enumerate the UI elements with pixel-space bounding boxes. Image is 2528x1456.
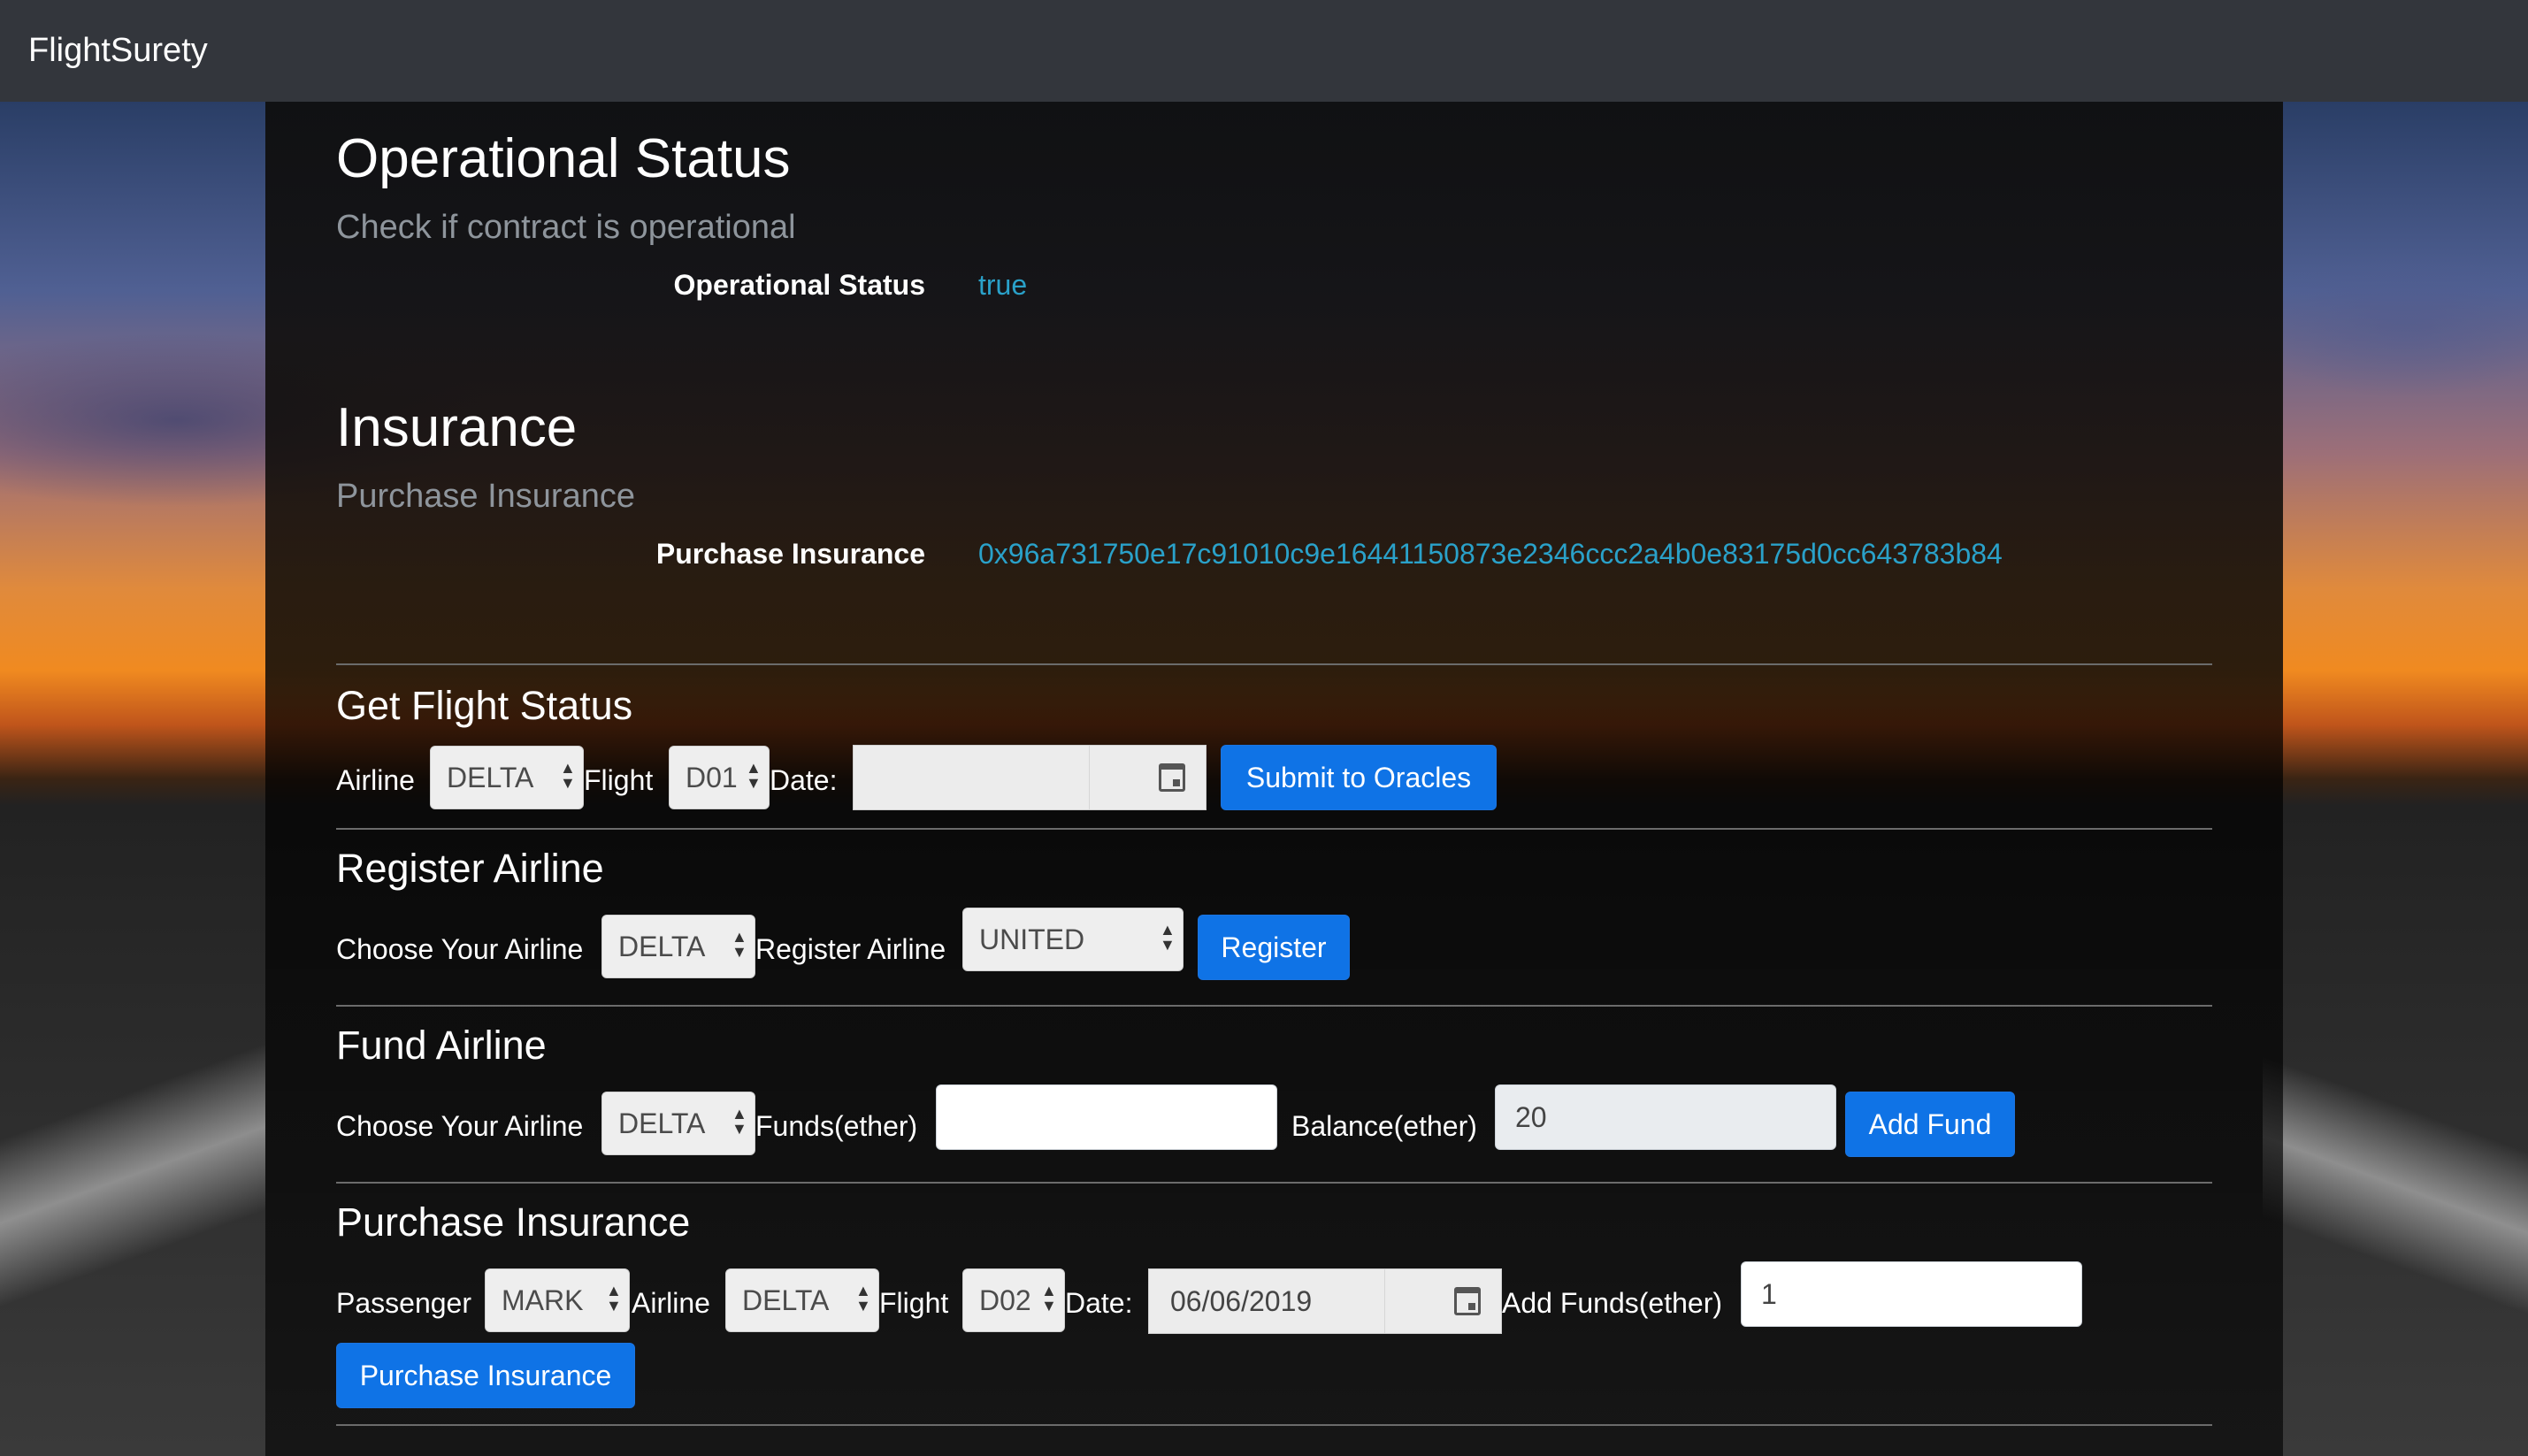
- add-funds-ether-label: Add Funds(ether): [1502, 1287, 1723, 1319]
- purchase-insurance-tx-hash: 0x96a731750e17c91010c9e16441150873e2346c…: [978, 538, 2003, 570]
- operational-status-value: true: [978, 269, 1028, 301]
- purchase-insurance-label: Purchase Insurance: [655, 538, 925, 570]
- date-separator: [1384, 1269, 1385, 1333]
- purchase-date-label: Date:: [1065, 1287, 1133, 1319]
- passenger-select[interactable]: MARK ▲ ▼: [485, 1268, 630, 1332]
- funds-ether-label: Funds(ether): [755, 1110, 918, 1142]
- funds-ether-input[interactable]: [936, 1084, 1277, 1150]
- updown-arrows-icon: ▲ ▼: [560, 759, 576, 792]
- purchase-insurance-title: Purchase Insurance: [336, 1199, 691, 1245]
- register-button[interactable]: Register: [1198, 915, 1350, 980]
- operational-status-title: Operational Status: [336, 128, 791, 189]
- purchase-airline-label: Airline: [632, 1287, 710, 1319]
- updown-arrows-icon: ▲ ▼: [606, 1282, 622, 1314]
- divider: [336, 828, 2212, 830]
- select-value: D01: [686, 762, 738, 793]
- add-fund-button[interactable]: Add Fund: [1845, 1092, 2015, 1157]
- divider: [336, 1182, 2212, 1184]
- updown-arrows-icon: ▲ ▼: [855, 1282, 871, 1314]
- choose-airline-label: Choose Your Airline: [336, 933, 584, 965]
- brand-title[interactable]: FlightSurety: [28, 32, 208, 70]
- flight-status-date-input[interactable]: [853, 745, 1207, 810]
- insurance-subtitle: Purchase Insurance: [336, 478, 635, 515]
- updown-arrows-icon: ▲ ▼: [1160, 921, 1176, 954]
- flight-status-flight-select[interactable]: D01 ▲ ▼: [669, 746, 770, 809]
- select-value: MARK: [502, 1284, 584, 1316]
- insurance-title: Insurance: [336, 397, 578, 458]
- date-value: 06/06/2019: [1170, 1285, 1313, 1317]
- divider: [336, 1424, 2212, 1426]
- submit-to-oracles-button[interactable]: Submit to Oracles: [1221, 745, 1497, 810]
- fund-airline-title: Fund Airline: [336, 1023, 547, 1068]
- purchase-flight-label: Flight: [879, 1287, 949, 1319]
- select-value: DELTA: [618, 1107, 706, 1139]
- updown-arrows-icon: ▲ ▼: [746, 759, 762, 792]
- date-label: Date:: [770, 764, 838, 796]
- select-value: DELTA: [447, 762, 534, 793]
- runway-left-marking: [0, 973, 265, 1433]
- balance-ether-field: 20: [1495, 1084, 1836, 1150]
- fund-choose-airline-select[interactable]: DELTA ▲ ▼: [601, 1092, 755, 1155]
- register-airline-title: Register Airline: [336, 846, 604, 891]
- purchase-flight-select[interactable]: D02 ▲ ▼: [962, 1268, 1065, 1332]
- select-value: DELTA: [742, 1284, 830, 1316]
- navbar: FlightSurety: [0, 0, 2528, 103]
- flight-label: Flight: [584, 764, 654, 796]
- select-value: D02: [979, 1284, 1031, 1316]
- date-separator: [1089, 746, 1090, 809]
- purchase-date-input[interactable]: 06/06/2019: [1148, 1268, 1502, 1334]
- register-airline-label: Register Airline: [755, 933, 946, 965]
- divider: [336, 663, 2212, 665]
- runway-right-marking: [2263, 991, 2528, 1433]
- updown-arrows-icon: ▲ ▼: [732, 928, 747, 961]
- select-value: DELTA: [618, 931, 706, 962]
- add-funds-ether-input[interactable]: 1: [1741, 1261, 2082, 1327]
- updown-arrows-icon: ▲ ▼: [1041, 1282, 1057, 1314]
- calendar-icon[interactable]: [1454, 1287, 1481, 1315]
- balance-ether-label: Balance(ether): [1291, 1110, 1477, 1142]
- updown-arrows-icon: ▲ ▼: [732, 1105, 747, 1138]
- airline-label: Airline: [336, 764, 415, 796]
- operational-status-subtitle: Check if contract is operational: [336, 209, 796, 246]
- flight-status-airline-select[interactable]: DELTA ▲ ▼: [430, 746, 584, 809]
- purchase-airline-select[interactable]: DELTA ▲ ▼: [725, 1268, 879, 1332]
- fund-choose-airline-label: Choose Your Airline: [336, 1110, 584, 1142]
- divider: [336, 1005, 2212, 1007]
- register-choose-airline-select[interactable]: DELTA ▲ ▼: [601, 915, 755, 978]
- select-value: UNITED: [979, 923, 1085, 955]
- passenger-label: Passenger: [336, 1287, 471, 1319]
- get-flight-status-title: Get Flight Status: [336, 683, 633, 728]
- purchase-insurance-button[interactable]: Purchase Insurance: [336, 1343, 635, 1408]
- calendar-icon[interactable]: [1159, 763, 1185, 792]
- register-airline-select[interactable]: UNITED ▲ ▼: [962, 908, 1184, 971]
- operational-status-label: Operational Status: [673, 269, 926, 301]
